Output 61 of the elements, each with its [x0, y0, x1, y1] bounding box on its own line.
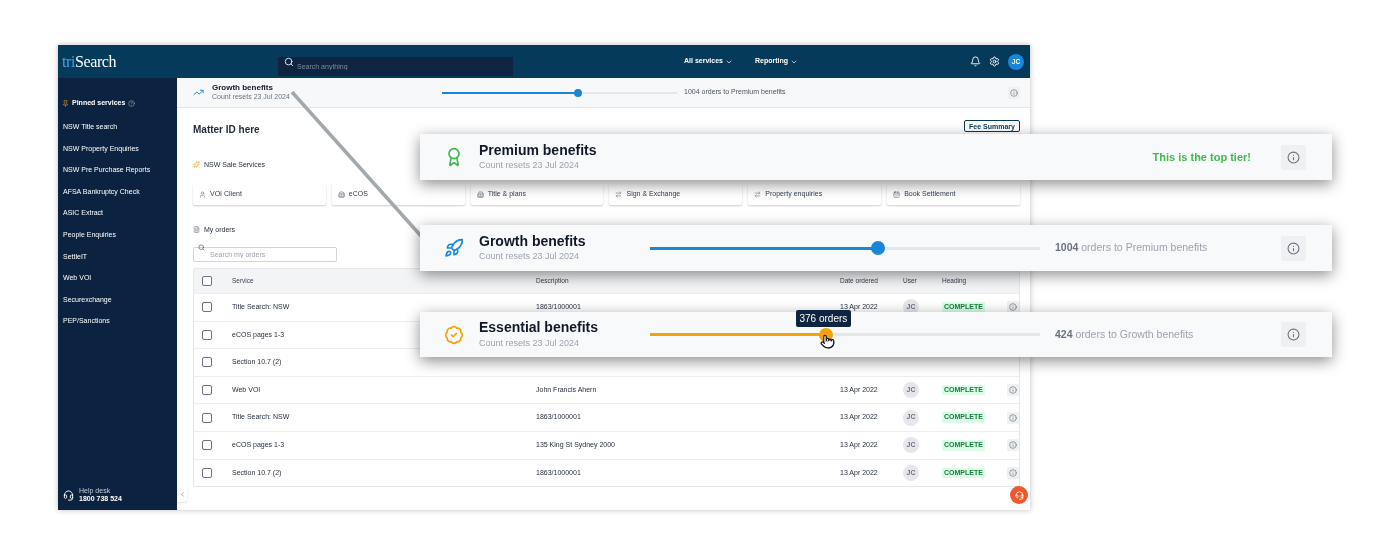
pin-icon — [62, 99, 69, 107]
sparkle-icon — [193, 161, 200, 168]
info-icon — [1009, 413, 1017, 422]
tier-title: Premium benefits — [479, 141, 598, 159]
info-button[interactable] — [1007, 466, 1019, 479]
search-icon — [284, 56, 294, 67]
help-icon — [128, 99, 136, 107]
hand-cursor-icon — [819, 334, 835, 349]
building-icon — [337, 191, 345, 198]
headset-icon — [63, 489, 74, 501]
building-icon — [476, 191, 484, 198]
info-button[interactable] — [1007, 301, 1019, 314]
info-icon — [1010, 88, 1018, 97]
orders-tooltip: 376 orders — [795, 310, 852, 327]
checkbox[interactable] — [202, 440, 212, 451]
search-icon — [198, 244, 205, 251]
logo: triSearch — [61, 51, 118, 72]
arrows-icon — [615, 191, 623, 198]
checkbox[interactable] — [202, 412, 212, 423]
info-icon — [1287, 328, 1300, 341]
checkbox[interactable] — [202, 357, 212, 368]
info-icon — [1009, 468, 1017, 477]
info-button[interactable] — [1007, 384, 1019, 397]
info-icon — [1009, 441, 1017, 450]
info-icon — [1287, 150, 1300, 164]
arrows-icon — [754, 191, 762, 198]
chart-icon — [193, 87, 204, 98]
tier-title: Essential benefits — [479, 319, 600, 337]
calendar-icon — [893, 191, 901, 198]
matter-title: Matter ID here — [193, 123, 260, 137]
slider-thumb[interactable] — [871, 241, 886, 255]
document-icon — [193, 226, 200, 233]
checkbox[interactable] — [202, 467, 212, 478]
checkbox[interactable] — [202, 276, 212, 286]
info-icon — [1009, 386, 1017, 395]
checkbox[interactable] — [202, 302, 212, 313]
headset-icon — [1014, 490, 1024, 500]
info-icon — [1287, 241, 1300, 255]
info-button[interactable] — [1007, 411, 1019, 424]
tier-subtitle: Count resets 23 Jul 2024 — [479, 159, 581, 172]
checkbox[interactable] — [202, 385, 212, 396]
slider-thumb[interactable] — [574, 88, 583, 97]
tier-message: This is the top tier! — [1152, 149, 1251, 165]
info-button[interactable] — [1281, 144, 1306, 170]
tier-reading: 424 orders to Growth benefits — [1055, 326, 1194, 342]
tier-subtitle: Count resets 23 Jul 2024 — [479, 250, 581, 263]
tier-reading: 1004 orders to Premium benefits — [1055, 240, 1208, 256]
settings-icon[interactable] — [989, 56, 1000, 67]
info-button[interactable] — [1007, 439, 1019, 452]
chat-button[interactable] — [1010, 486, 1028, 504]
tier-subtitle: Count resets 23 Jul 2024 — [479, 336, 581, 350]
info-button[interactable] — [1008, 86, 1020, 99]
notification-icon[interactable] — [970, 56, 981, 67]
checkbox[interactable] — [202, 329, 212, 340]
chevron-left-icon — [178, 490, 186, 498]
info-icon — [1009, 303, 1017, 312]
info-button[interactable] — [1281, 235, 1306, 261]
person-icon — [199, 191, 206, 198]
tier-title: Growth benefits — [212, 83, 274, 94]
info-button[interactable] — [1281, 322, 1306, 347]
tier-title: Growth benefits — [479, 232, 587, 250]
